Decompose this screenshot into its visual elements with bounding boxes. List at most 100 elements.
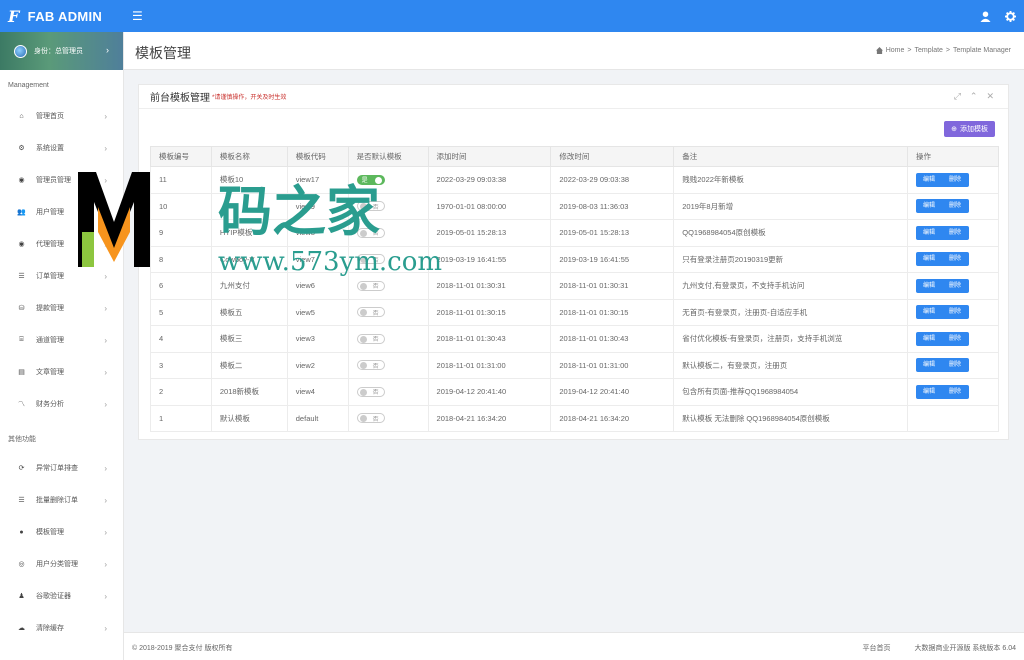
gear-icon[interactable] — [1005, 10, 1016, 22]
sidebar-item[interactable]: ◉ 代理管理 › — [0, 228, 123, 260]
sidebar-item-label: 管理首页 — [36, 113, 64, 120]
chevron-right-icon: › — [104, 591, 107, 601]
edit-button[interactable]: 编辑 — [916, 358, 942, 372]
cell-code: default — [286, 404, 349, 432]
cell-modified: 2018-11-01 01:30:31 — [550, 272, 675, 300]
profile-card[interactable]: 身份：总管理员 › — [0, 32, 123, 70]
sidebar-nav: Management ⌂ 管理首页 › ⚙ 系统设置 › ◉ 管理员管理 › 👥 用户管理 › ◉ 代理管理… — [0, 70, 123, 644]
row-actions: 编辑 删除 — [916, 199, 970, 214]
default-toggle[interactable]: 否 — [356, 201, 385, 212]
edit-button[interactable]: 编辑 — [916, 173, 942, 187]
user-icon: ♟ — [18, 593, 25, 600]
default-toggle[interactable]: 是 — [356, 174, 385, 185]
brand[interactable]: F FAB ADMIN — [0, 0, 124, 32]
sidebar-item[interactable]: ⌂ 管理首页 › — [0, 100, 123, 132]
close-icon[interactable]: ✕ — [986, 91, 994, 102]
sidebar-item-label: 代理管理 — [36, 241, 64, 248]
delete-button[interactable]: 删除 — [942, 385, 968, 399]
cell-ops: 编辑 删除 — [907, 219, 999, 247]
home-icon — [875, 47, 883, 54]
cell-id: 2 — [150, 378, 212, 406]
sidebar-item[interactable]: ☁ 清除缓存 › — [0, 612, 123, 644]
plus-circle-icon: ⊕ — [951, 126, 957, 133]
sidebar-item-label: 异常订单排查 — [36, 465, 78, 472]
cell-id: 9 — [150, 219, 212, 247]
cell-modified: 2018-11-01 01:30:43 — [550, 325, 675, 353]
sidebar-item[interactable]: 〽 财务分析 › — [0, 388, 123, 420]
delete-button[interactable]: 删除 — [942, 173, 968, 187]
default-toggle[interactable]: 否 — [356, 254, 385, 265]
cell-note: 包含所有页面-推荐QQ1968984054 — [673, 378, 909, 406]
cell-id: 4 — [150, 325, 212, 353]
chevron-right-icon: › — [104, 143, 107, 153]
cell-code: view17 — [286, 166, 349, 194]
cell-added: 2019-05-01 15:28:13 — [427, 219, 552, 247]
book-icon: ▤ — [18, 369, 25, 376]
add-template-button[interactable]: ⊕ 添加模板 — [944, 121, 995, 137]
sidebar-item[interactable]: ⚙ 系统设置 › — [0, 132, 123, 164]
sidebar-item[interactable]: ⟳ 异常订单排查 › — [0, 452, 123, 484]
sidebar-item[interactable]: ● 模板管理 › — [0, 516, 123, 548]
edit-button[interactable]: 编辑 — [916, 385, 942, 399]
edit-button[interactable]: 编辑 — [916, 226, 942, 240]
cell-code: view9 — [286, 192, 349, 220]
delete-button[interactable]: 删除 — [942, 279, 968, 293]
delete-button[interactable]: 删除 — [942, 332, 968, 346]
chevron-right-icon: › — [104, 559, 107, 569]
edit-button[interactable]: 编辑 — [916, 279, 942, 293]
sidebar-item[interactable]: ☰ 批量删除订单 › — [0, 484, 123, 516]
cell-added: 2018-04-21 16:34:20 — [427, 404, 552, 432]
cell-default: 否 — [347, 219, 429, 247]
cell-modified: 2019-05-01 15:28:13 — [550, 219, 675, 247]
default-toggle[interactable]: 否 — [356, 333, 385, 344]
cell-ops: 编辑 删除 — [907, 272, 999, 300]
delete-button[interactable]: 删除 — [942, 199, 968, 213]
sidebar-item[interactable]: ◎ 用户分类管理 › — [0, 548, 123, 580]
user-icon[interactable] — [980, 10, 991, 22]
delete-button[interactable]: 删除 — [942, 252, 968, 266]
sidebar-item[interactable]: ☰ 订单管理 › — [0, 260, 123, 292]
delete-button[interactable]: 删除 — [942, 226, 968, 240]
fullscreen-icon[interactable]: ⤢ — [954, 91, 961, 102]
sidebar-item[interactable]: ▤ 文章管理 › — [0, 356, 123, 388]
breadcrumb-home[interactable]: Home — [886, 47, 905, 54]
default-toggle[interactable]: 否 — [356, 360, 385, 371]
cell-ops: 编辑 删除 — [907, 166, 999, 194]
column-header: 模板代码 — [286, 146, 349, 167]
cell-default: 否 — [347, 351, 429, 379]
collapse-icon[interactable]: ⌃ — [970, 91, 978, 102]
default-toggle[interactable]: 否 — [356, 227, 385, 238]
delete-button[interactable]: 删除 — [942, 305, 968, 319]
delete-button[interactable]: 删除 — [942, 358, 968, 372]
cogs-icon: ⚙ — [18, 145, 25, 152]
sidebar-item[interactable]: ⌸ 通道管理 › — [0, 324, 123, 356]
sidebar-item[interactable]: ⛁ 提款管理 › — [0, 292, 123, 324]
default-toggle[interactable]: 否 — [356, 280, 385, 291]
cell-note: 只有登录注册页20190319更新 — [673, 245, 909, 273]
edit-button[interactable]: 编辑 — [916, 332, 942, 346]
cell-name: 模板五 — [210, 298, 288, 326]
sidebar-item-label: 谷歌验证器 — [36, 593, 71, 600]
row-actions: 编辑 删除 — [916, 331, 970, 346]
default-toggle[interactable]: 否 — [356, 413, 385, 424]
column-header: 是否默认模板 — [347, 146, 429, 167]
chevron-right-icon: › — [104, 463, 107, 473]
default-toggle[interactable]: 否 — [356, 386, 385, 397]
menu-toggle-icon[interactable]: ☰ — [132, 9, 143, 23]
edit-button[interactable]: 编辑 — [916, 252, 942, 266]
edit-button[interactable]: 编辑 — [916, 199, 942, 213]
sidebar-item[interactable]: 👥 用户管理 › — [0, 196, 123, 228]
column-header: 模板名称 — [210, 146, 288, 167]
cell-name: HYIP模板 — [210, 219, 288, 247]
sidebar-item[interactable]: ♟ 谷歌验证器 › — [0, 580, 123, 612]
footer-home-link[interactable]: 平台首页 — [862, 643, 890, 653]
edit-button[interactable]: 编辑 — [916, 305, 942, 319]
page-title: 模板管理 — [135, 45, 191, 61]
cell-code: view7 — [286, 245, 349, 273]
default-toggle[interactable]: 否 — [356, 307, 385, 318]
breadcrumb-template[interactable]: Template — [915, 47, 943, 54]
sidebar: 身份：总管理员 › Management ⌂ 管理首页 › ⚙ 系统设置 › ◉ 管理员管理 › 👥… — [0, 32, 124, 660]
money-bag-icon: ⛁ — [18, 305, 25, 312]
line-chart-icon: 〽 — [18, 401, 25, 408]
sidebar-item[interactable]: ◉ 管理员管理 › — [0, 164, 123, 196]
